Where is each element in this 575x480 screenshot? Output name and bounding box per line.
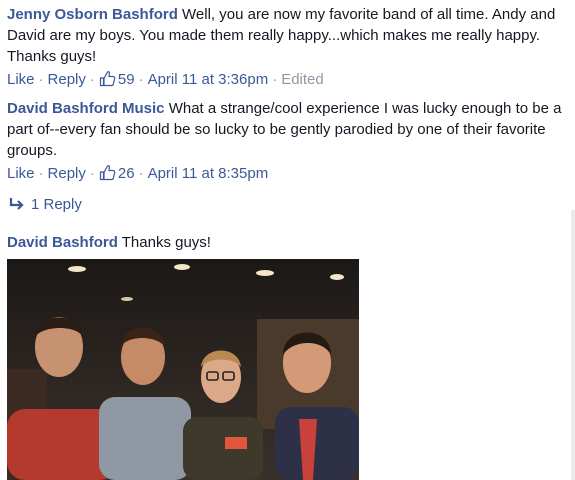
scrollbar-track[interactable] (571, 210, 575, 480)
like-count-value: 59 (117, 71, 135, 88)
comment-photo[interactable] (7, 259, 359, 480)
like-count[interactable]: 26 (99, 165, 135, 182)
comment-1: Jenny Osborn Bashford Well, you are now … (7, 4, 563, 90)
like-count[interactable]: 59 (99, 71, 135, 88)
thumbs-up-icon (99, 71, 116, 87)
separator: · (89, 71, 95, 88)
reply-link[interactable]: Reply (48, 71, 86, 88)
comment-2: David Bashford Music What a strange/cool… (7, 98, 563, 184)
separator: · (38, 165, 44, 182)
like-link[interactable]: Like (7, 71, 35, 88)
comment-body: David Bashford Music What a strange/cool… (7, 98, 563, 161)
like-count-value: 26 (117, 165, 135, 182)
thumbs-up-icon (99, 165, 116, 181)
photo-illustration (7, 264, 359, 480)
reply-arrow-icon (9, 198, 24, 210)
view-replies-label: 1 Reply (31, 196, 82, 213)
separator: · (138, 165, 144, 182)
comment-timestamp[interactable]: April 11 at 8:35pm (148, 165, 269, 182)
separator: · (38, 71, 44, 88)
comment-actions: Like · Reply · 26 · April 11 at 8:35pm (7, 164, 563, 184)
comment-body: David Bashford Thanks guys! (7, 232, 563, 253)
comment-author[interactable]: David Bashford Music (7, 100, 165, 117)
reply-link[interactable]: Reply (48, 165, 86, 182)
comment-author[interactable]: Jenny Osborn Bashford (7, 6, 178, 23)
separator: · (272, 71, 278, 88)
comment-timestamp[interactable]: April 11 at 3:36pm (148, 71, 269, 88)
separator: · (138, 71, 144, 88)
separator: · (89, 165, 95, 182)
comment-body: Jenny Osborn Bashford Well, you are now … (7, 4, 563, 67)
comment-actions: Like · Reply · 59 · April 11 at 3:36pm · Edited (7, 70, 563, 90)
edited-label[interactable]: Edited (281, 71, 324, 88)
comment-3: David Bashford Thanks guys! (7, 232, 563, 253)
comment-text: Thanks guys! (121, 234, 211, 251)
comment-author[interactable]: David Bashford (7, 234, 118, 251)
view-replies-link[interactable]: 1 Reply (9, 196, 82, 213)
like-link[interactable]: Like (7, 165, 35, 182)
